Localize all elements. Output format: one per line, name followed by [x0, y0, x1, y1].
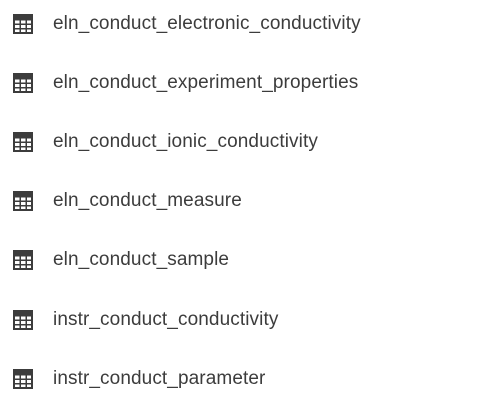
- table-icon: [12, 190, 34, 212]
- table-item-eln-conduct-sample[interactable]: eln_conduct_sample: [0, 240, 477, 280]
- table-item-label: instr_conduct_parameter: [53, 368, 266, 389]
- table-icon: [12, 309, 34, 331]
- table-item-label: eln_conduct_measure: [53, 190, 242, 211]
- table-item-label: instr_conduct_conductivity: [53, 309, 279, 330]
- table-item-eln-conduct-electronic-conductivity[interactable]: eln_conduct_electronic_conductivity: [0, 4, 477, 44]
- table-icon: [12, 368, 34, 390]
- table-item-eln-conduct-measure[interactable]: eln_conduct_measure: [0, 181, 477, 221]
- table-item-instr-conduct-conductivity[interactable]: instr_conduct_conductivity: [0, 300, 477, 340]
- table-item-eln-conduct-experiment-properties[interactable]: eln_conduct_experiment_properties: [0, 63, 477, 103]
- table-item-label: eln_conduct_experiment_properties: [53, 72, 359, 93]
- table-item-instr-conduct-parameter[interactable]: instr_conduct_parameter: [0, 359, 477, 399]
- table-icon: [12, 131, 34, 153]
- table-icon: [12, 13, 34, 35]
- table-icon: [12, 249, 34, 271]
- table-icon: [12, 72, 34, 94]
- table-item-label: eln_conduct_electronic_conductivity: [53, 13, 361, 34]
- table-item-eln-conduct-ionic-conductivity[interactable]: eln_conduct_ionic_conductivity: [0, 122, 477, 162]
- table-item-label: eln_conduct_sample: [53, 249, 230, 270]
- table-item-label: eln_conduct_ionic_conductivity: [53, 131, 318, 152]
